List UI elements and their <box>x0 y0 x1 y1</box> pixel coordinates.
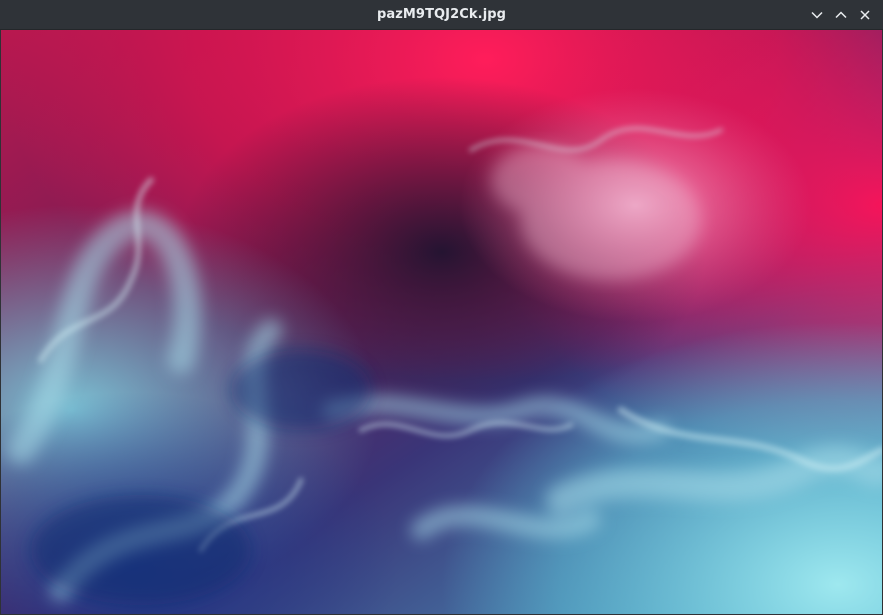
title-bar[interactable]: pazM9TQJ2Ck.jpg <box>0 0 883 30</box>
minimize-button[interactable] <box>805 3 829 27</box>
chevron-up-icon <box>835 11 847 19</box>
window-controls <box>805 0 877 30</box>
image-canvas[interactable] <box>1 30 882 614</box>
image-viewer-window: pazM9TQJ2Ck.jpg <box>0 0 883 615</box>
close-button[interactable] <box>853 3 877 27</box>
close-icon <box>860 10 870 20</box>
window-title: pazM9TQJ2Ck.jpg <box>376 7 507 22</box>
displayed-image <box>1 30 882 614</box>
maximize-button[interactable] <box>829 3 853 27</box>
chevron-down-icon <box>811 11 823 19</box>
